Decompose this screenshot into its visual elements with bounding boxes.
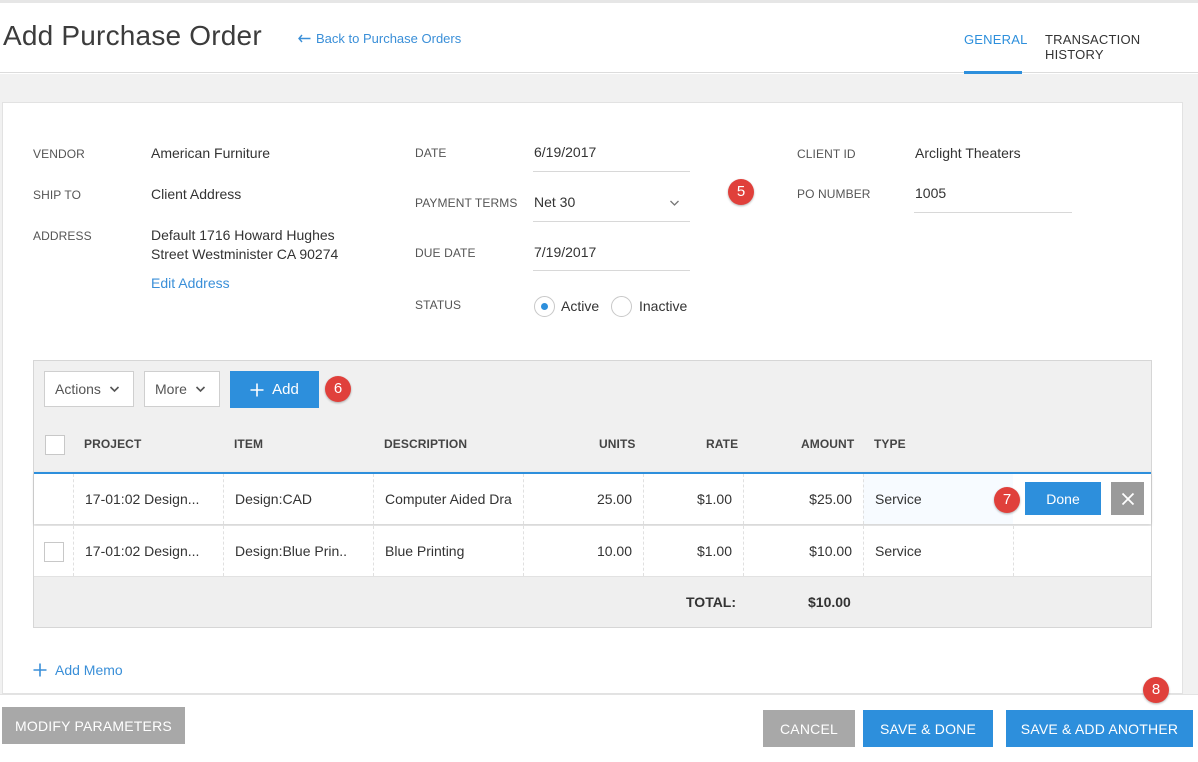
tab-general[interactable]: GENERAL <box>964 3 1027 74</box>
table-row[interactable]: 17-01:02 Design... Design:Blue Prin.. Bl… <box>34 526 1151 577</box>
date-underline <box>533 171 690 172</box>
tab-transaction-history[interactable]: TRANSACTION HISTORY <box>1045 3 1194 73</box>
due-date-input[interactable]: 7/19/2017 <box>534 244 596 260</box>
save-and-add-another-button[interactable]: SAVE & ADD ANOTHER <box>1006 710 1193 747</box>
po-number-input[interactable]: 1005 <box>915 185 946 201</box>
item-cell[interactable]: Design:Blue Prin.. <box>223 526 373 576</box>
add-memo-link[interactable]: Add Memo <box>33 662 123 678</box>
tab-bar: GENERAL TRANSACTION HISTORY <box>964 3 1198 74</box>
vendor-label: VENDOR <box>33 147 85 161</box>
total-label: TOTAL: <box>686 594 737 610</box>
modify-parameters-button[interactable]: MODIFY PARAMETERS <box>2 707 185 744</box>
annotation-badge-8: 8 <box>1143 677 1169 703</box>
project-cell[interactable]: 17-01:02 Design... <box>73 526 223 576</box>
address-line-1: Default 1716 Howard Hughes <box>151 227 335 243</box>
rate-cell[interactable]: $1.00 <box>643 526 743 576</box>
actions-label: Actions <box>55 381 101 397</box>
client-id-label: CLIENT ID <box>797 147 856 161</box>
close-icon <box>1121 492 1134 505</box>
column-header-units[interactable]: UNITS <box>599 437 636 451</box>
status-active-label: Active <box>561 298 600 314</box>
total-value: $10.00 <box>808 594 851 610</box>
description-cell[interactable]: Blue Printing <box>373 526 523 576</box>
due-date-label: DUE DATE <box>415 246 476 260</box>
column-header-description[interactable]: DESCRIPTION <box>384 437 467 451</box>
save-and-done-button[interactable]: SAVE & DONE <box>863 710 993 747</box>
status-inactive-radio[interactable] <box>611 296 632 317</box>
address-label: ADDRESS <box>33 229 92 243</box>
ship-to-label: SHIP TO <box>33 188 82 202</box>
rate-cell[interactable]: $1.00 <box>643 474 743 524</box>
plus-icon <box>33 663 47 677</box>
vendor-value[interactable]: American Furniture <box>151 145 270 161</box>
back-to-purchase-orders-link[interactable]: Back to Purchase Orders <box>298 31 461 46</box>
due-date-underline <box>533 270 690 271</box>
amount-cell: $10.00 <box>743 526 863 576</box>
page-header: Add Purchase Order Back to Purchase Orde… <box>0 3 1198 74</box>
column-header-project[interactable]: PROJECT <box>84 437 141 451</box>
payment-terms-underline <box>533 221 690 222</box>
type-cell: Service <box>863 526 1013 576</box>
plus-icon <box>250 383 264 396</box>
client-id-value[interactable]: Arclight Theaters <box>915 145 1021 161</box>
total-row <box>34 577 1151 627</box>
cancel-edit-button[interactable] <box>1111 482 1144 515</box>
amount-cell: $25.00 <box>743 474 863 524</box>
edit-address-link[interactable]: Edit Address <box>151 275 230 291</box>
ship-to-value[interactable]: Client Address <box>151 186 241 202</box>
actions-dropdown[interactable]: Actions <box>44 371 134 407</box>
description-cell[interactable]: Computer Aided Dra <box>373 474 523 524</box>
select-all-checkbox[interactable] <box>45 435 65 455</box>
chevron-down-icon <box>195 386 205 393</box>
add-line-button[interactable]: Add <box>230 371 319 408</box>
project-cell[interactable]: 17-01:02 Design... <box>73 474 223 524</box>
item-cell[interactable]: Design:CAD <box>223 474 373 524</box>
table-row[interactable]: 17-01:02 Design... Design:CAD Computer A… <box>34 472 1151 524</box>
type-cell: Service <box>863 474 1013 524</box>
address-line-2: Street Westminister CA 90274 <box>151 246 339 262</box>
status-active-radio[interactable] <box>534 296 555 317</box>
annotation-badge-5: 5 <box>728 179 754 205</box>
po-number-underline <box>914 212 1072 213</box>
row-checkbox[interactable] <box>44 542 64 562</box>
arrow-left-icon <box>298 34 311 43</box>
column-header-item[interactable]: ITEM <box>234 437 263 451</box>
units-cell[interactable]: 25.00 <box>523 474 643 524</box>
done-button[interactable]: Done <box>1025 482 1101 515</box>
more-dropdown[interactable]: More <box>144 371 220 407</box>
row-actions-cell <box>1013 526 1151 576</box>
cancel-button[interactable]: CANCEL <box>763 710 855 747</box>
chevron-down-icon[interactable] <box>669 199 680 207</box>
annotation-badge-7: 7 <box>994 487 1020 513</box>
units-cell[interactable]: 10.00 <box>523 526 643 576</box>
column-header-amount[interactable]: AMOUNT <box>801 437 854 451</box>
status-inactive-label: Inactive <box>639 298 688 314</box>
status-label: STATUS <box>415 298 462 312</box>
back-link-label: Back to Purchase Orders <box>316 31 462 46</box>
date-label: DATE <box>415 146 447 160</box>
po-number-label: PO NUMBER <box>797 187 871 201</box>
chevron-down-icon <box>109 386 119 393</box>
add-memo-label: Add Memo <box>55 662 123 678</box>
column-header-rate[interactable]: RATE <box>706 437 738 451</box>
add-line-label: Add <box>272 381 299 398</box>
payment-terms-select[interactable]: Net 30 <box>534 194 575 210</box>
page-title: Add Purchase Order <box>3 20 262 51</box>
annotation-badge-6: 6 <box>325 376 351 402</box>
more-label: More <box>155 381 187 397</box>
column-header-type[interactable]: TYPE <box>874 437 906 451</box>
payment-terms-label: PAYMENT TERMS <box>415 196 518 210</box>
date-input[interactable]: 6/19/2017 <box>534 144 596 160</box>
